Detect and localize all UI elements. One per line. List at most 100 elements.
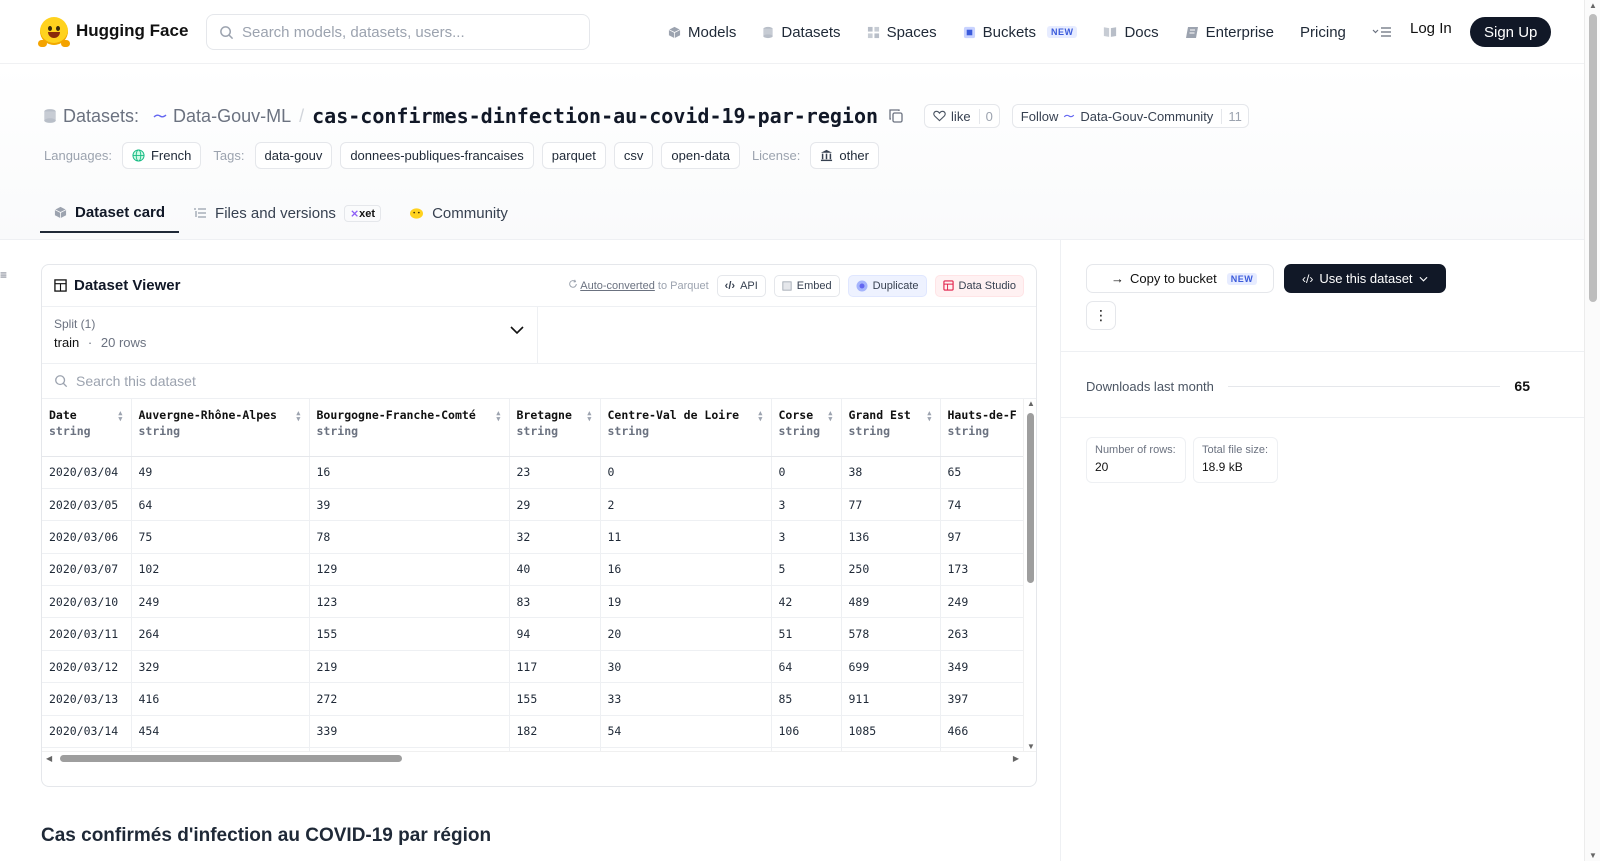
table-cell[interactable]: 83: [509, 585, 601, 619]
table-cell[interactable]: 0: [600, 456, 772, 489]
table-cell[interactable]: 2020/03/05: [42, 488, 132, 522]
dataset-search[interactable]: [42, 364, 1036, 399]
table-cell[interactable]: 64: [771, 650, 842, 684]
table-cell[interactable]: 2020/03/06: [42, 520, 132, 554]
page-scrollbar[interactable]: ▲ ▼: [1584, 0, 1600, 861]
table-cell[interactable]: 74: [940, 488, 1036, 522]
table-cell[interactable]: 155: [309, 617, 510, 651]
table-cell[interactable]: 2: [600, 488, 772, 522]
table-cell[interactable]: 2020/03/07: [42, 553, 132, 587]
split-selector[interactable]: Split (1) train · 20 rows: [42, 307, 538, 363]
table-cell[interactable]: 129: [309, 553, 510, 587]
login-link[interactable]: Log In: [1410, 20, 1452, 37]
column-header[interactable]: Auvergne-Rhône-Alpes string ▲ ▼: [131, 399, 310, 457]
table-cell[interactable]: 64: [131, 488, 310, 522]
tag-item[interactable]: data-gouv: [254, 142, 333, 169]
column-header[interactable]: Grand Est string ▲ ▼: [841, 399, 941, 457]
org-link[interactable]: Data-Gouv-ML: [173, 106, 291, 127]
table-cell[interactable]: 11: [600, 520, 772, 554]
signup-button[interactable]: Sign Up: [1470, 17, 1552, 47]
table-cell[interactable]: 1085: [841, 715, 941, 749]
grid-horizontal-scrollbar[interactable]: ◀ ▶: [42, 751, 1036, 764]
table-cell[interactable]: 32: [509, 520, 601, 554]
table-cell[interactable]: 466: [940, 715, 1036, 749]
global-search[interactable]: [206, 14, 590, 50]
dataset-search-input[interactable]: [76, 373, 476, 389]
like-button[interactable]: like 0: [924, 104, 1000, 128]
column-header[interactable]: Centre-Val de Loire string ▲ ▼: [600, 399, 772, 457]
table-cell[interactable]: 19: [600, 585, 772, 619]
table-cell[interactable]: 20: [600, 617, 772, 651]
column-header[interactable]: Corse string ▲ ▼: [771, 399, 842, 457]
table-cell[interactable]: 54: [600, 715, 772, 749]
table-cell[interactable]: 454: [131, 715, 310, 749]
table-cell[interactable]: 0: [771, 456, 842, 489]
table-cell[interactable]: 329: [131, 650, 310, 684]
table-cell[interactable]: 5: [771, 553, 842, 587]
table-cell[interactable]: 250: [841, 553, 941, 587]
table-cell[interactable]: 136: [841, 520, 941, 554]
table-cell[interactable]: 42: [771, 585, 842, 619]
table-cell[interactable]: 155: [509, 682, 601, 716]
duplicate-button[interactable]: Duplicate: [847, 274, 927, 297]
tag-language[interactable]: French: [121, 142, 202, 169]
tag-license[interactable]: other: [810, 142, 879, 169]
tag-item[interactable]: open-data: [661, 142, 740, 169]
api-button[interactable]: ‹/› API: [716, 274, 766, 297]
table-cell[interactable]: 349: [940, 650, 1036, 684]
table-cell[interactable]: 219: [309, 650, 510, 684]
table-cell[interactable]: 102: [131, 553, 310, 587]
column-header[interactable]: Hauts-de-F string: [940, 399, 1036, 457]
table-cell[interactable]: 264: [131, 617, 310, 651]
auto-converted-link[interactable]: Auto-converted: [580, 280, 655, 292]
table-cell[interactable]: 16: [309, 456, 510, 489]
nav-pricing[interactable]: Pricing: [1300, 24, 1346, 41]
table-cell[interactable]: 263: [940, 617, 1036, 651]
table-cell[interactable]: 30: [600, 650, 772, 684]
table-cell[interactable]: 3: [771, 488, 842, 522]
nav-datasets[interactable]: Datasets: [762, 24, 841, 41]
table-cell[interactable]: 3: [771, 520, 842, 554]
embed-button[interactable]: Embed: [773, 274, 840, 297]
table-cell[interactable]: 699: [841, 650, 941, 684]
column-header[interactable]: Bretagne string ▲ ▼: [509, 399, 601, 457]
table-cell[interactable]: 339: [309, 715, 510, 749]
table-cell[interactable]: 39: [309, 488, 510, 522]
sidebar-toggle-icon[interactable]: ≡: [0, 268, 7, 282]
more-options-button[interactable]: ⋮: [1086, 301, 1116, 330]
table-cell[interactable]: 173: [940, 553, 1036, 587]
table-cell[interactable]: 397: [940, 682, 1036, 716]
table-cell[interactable]: 2020/03/11: [42, 617, 132, 651]
search-input[interactable]: [242, 23, 572, 41]
table-cell[interactable]: 2020/03/12: [42, 650, 132, 684]
column-header[interactable]: Date string ▲ ▼: [42, 399, 132, 457]
table-cell[interactable]: 911: [841, 682, 941, 716]
table-cell[interactable]: 106: [771, 715, 842, 749]
table-cell[interactable]: 75: [131, 520, 310, 554]
tab-files-and-versions[interactable]: Files and versions ⨯xet: [179, 193, 395, 233]
table-cell[interactable]: 16: [600, 553, 772, 587]
table-cell[interactable]: 2020/03/14: [42, 715, 132, 749]
table-cell[interactable]: 65: [940, 456, 1036, 489]
table-cell[interactable]: 249: [940, 585, 1036, 619]
column-header[interactable]: Bourgogne-Franche-Comté string ▲ ▼: [309, 399, 510, 457]
copy-icon[interactable]: [888, 108, 904, 124]
table-cell[interactable]: 51: [771, 617, 842, 651]
table-cell[interactable]: 489: [841, 585, 941, 619]
grid-vertical-scrollbar[interactable]: ▲ ▼: [1023, 399, 1036, 751]
nav-enterprise[interactable]: Enterprise: [1185, 24, 1274, 41]
table-cell[interactable]: 123: [309, 585, 510, 619]
table-cell[interactable]: 2020/03/10: [42, 585, 132, 619]
table-cell[interactable]: 77: [841, 488, 941, 522]
table-cell[interactable]: 117: [509, 650, 601, 684]
tag-item[interactable]: donnees-publiques-francaises: [340, 142, 534, 169]
table-cell[interactable]: 29: [509, 488, 601, 522]
table-cell[interactable]: 2020/03/04: [42, 456, 132, 489]
tag-item[interactable]: csv: [613, 142, 654, 169]
table-cell[interactable]: 94: [509, 617, 601, 651]
follow-button[interactable]: Follow Data-Gouv-Community 11: [1011, 104, 1249, 128]
nav-buckets[interactable]: Buckets NEW: [963, 24, 1078, 41]
nav-models[interactable]: Models: [668, 24, 736, 41]
copy-to-bucket-button[interactable]: → Copy to bucket NEW: [1086, 264, 1274, 293]
nav-spaces[interactable]: Spaces: [867, 24, 937, 41]
